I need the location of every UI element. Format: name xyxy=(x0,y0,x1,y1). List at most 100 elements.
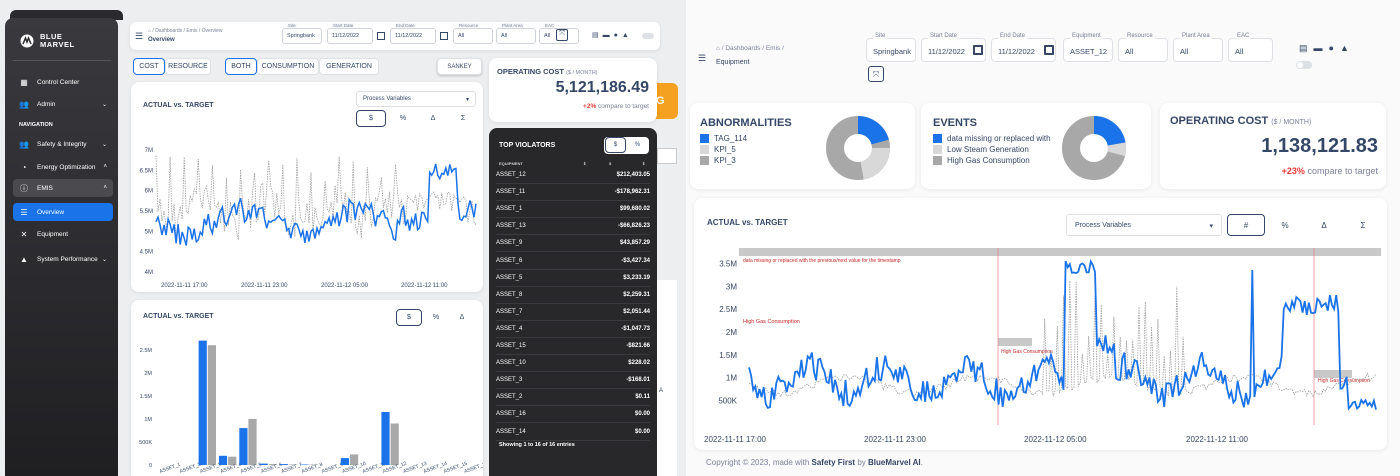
filter-clear-icon[interactable]: ⤧ xyxy=(868,66,884,82)
legend-item[interactable]: KPI_3 xyxy=(700,155,747,166)
legend-item[interactable]: High Gas Consumption xyxy=(933,155,1051,166)
col-equipment[interactable]: EQUIPMENT xyxy=(499,161,523,166)
resource-select[interactable]: Resource All xyxy=(1118,33,1168,62)
table-row[interactable]: ASSET_11 -$178,962.31 xyxy=(496,184,650,202)
chat-icon[interactable]: ▬ xyxy=(603,32,614,39)
table-row[interactable]: ASSET_3 -$168.01 xyxy=(496,372,650,390)
tab-both[interactable]: BOTH xyxy=(225,58,257,75)
end-date-input[interactable]: End Date 11/12/2022 xyxy=(390,23,436,44)
home-icon[interactable]: ⌂ xyxy=(716,45,720,52)
process-variables-select[interactable]: Process Variables ▾ xyxy=(1066,214,1222,236)
menu-icon[interactable]: ☰ xyxy=(135,31,143,42)
calendar-icon[interactable] xyxy=(1044,45,1054,55)
legend-label: KPI_5 xyxy=(714,145,736,154)
sort-icon[interactable]: ⇕ xyxy=(583,161,586,166)
plant-area-select[interactable]: Plant Area All xyxy=(1173,33,1223,62)
theme-toggle[interactable] xyxy=(642,33,654,39)
calendar-icon[interactable] xyxy=(440,32,448,40)
opcost-delta: +23% xyxy=(1281,166,1305,176)
sidebar-item-overview[interactable]: ☰ Overview xyxy=(13,203,113,221)
legend-item[interactable]: Low Steam Generation xyxy=(933,144,1051,155)
resource-select[interactable]: Resource All xyxy=(453,23,493,44)
table-row[interactable]: ASSET_14 $0.00 xyxy=(496,424,650,441)
table-row[interactable]: ASSET_12 $212,403.05 xyxy=(496,167,650,184)
bell-icon[interactable]: ▲ xyxy=(622,32,633,39)
table-row[interactable]: ASSET_1 $99,680.02 xyxy=(496,201,650,219)
table-row[interactable]: ASSET_6 -$3,427.34 xyxy=(496,253,650,270)
toggle-dollar[interactable]: $ xyxy=(356,110,386,127)
user-icon[interactable]: ● xyxy=(1329,43,1340,53)
plant-area-select[interactable]: Plant Area All xyxy=(496,23,536,44)
table-row[interactable]: ASSET_13 -$66,826.23 xyxy=(496,218,650,236)
layers-icon[interactable]: ▤ xyxy=(1299,43,1314,53)
footer-copyright: Copyright © 2023, made with Safety First… xyxy=(706,458,923,467)
table-row[interactable]: ASSET_4 -$1,047.73 xyxy=(496,321,650,338)
sidebar-item-emis[interactable]: ⓘ EMIS ˄ xyxy=(13,179,113,197)
violators-title: TOP VIOLATORS xyxy=(499,142,556,149)
sidebar-item-safety[interactable]: 👥 Safety & Integrity ⌄ xyxy=(13,135,113,153)
site-select[interactable]: Site Springbank xyxy=(866,33,916,62)
menu-icon[interactable]: ☰ xyxy=(698,53,706,64)
table-row[interactable]: ASSET_8 $2,259.31 xyxy=(496,287,650,304)
y-tick-label: 7M xyxy=(145,148,153,154)
start-date-input[interactable]: Start Date 11/12/2022 xyxy=(327,23,373,44)
tab-generation[interactable]: GENERATION xyxy=(319,58,379,75)
table-row[interactable]: ASSET_16 $0.00 xyxy=(496,406,650,424)
calendar-icon[interactable] xyxy=(377,32,385,40)
process-variables-select[interactable]: Process Variables ▾ xyxy=(356,91,476,107)
table-row[interactable]: ASSET_9 $43,857.29 xyxy=(496,235,650,253)
eac-select[interactable]: EAC All xyxy=(1228,33,1273,62)
site-select[interactable]: Site Springbank xyxy=(282,23,322,44)
theme-toggle[interactable] xyxy=(1296,61,1312,69)
sidebar-item-admin[interactable]: 👥 Admin ⌄ xyxy=(13,95,113,113)
toggle-dollar[interactable]: $ xyxy=(396,309,422,326)
tab-consumption[interactable]: CONSUMPTION xyxy=(257,58,319,75)
sidebar-item-control-center[interactable]: ▦ Control Center xyxy=(13,73,113,91)
toggle-count[interactable]: # xyxy=(1227,214,1265,236)
table-row[interactable]: ASSET_15 -$821.66 xyxy=(496,338,650,355)
toggle-percent[interactable]: % xyxy=(423,309,449,326)
legend-item[interactable]: data missing or replaced with xyxy=(933,133,1051,144)
table-row[interactable]: ASSET_2 $0.11 xyxy=(496,389,650,407)
tab-cost[interactable]: COST xyxy=(133,58,165,75)
sidebar-divider xyxy=(13,60,111,61)
annotation-label: High Gas Consumption xyxy=(1001,349,1053,355)
toggle-delta[interactable]: Δ xyxy=(419,110,447,127)
legend-item[interactable]: KPI_5 xyxy=(700,144,747,155)
sidebar-item-system-performance[interactable]: ▲ System Performance ⌄ xyxy=(13,250,113,268)
table-row[interactable]: ASSET_7 $2,051.44 xyxy=(496,304,650,321)
sort-icon[interactable]: ⇕ xyxy=(642,161,645,166)
bar-chart: 0500K1M1.5M2M2.5MASSET_1ASSET_2ASSET_3AS… xyxy=(139,340,483,475)
legend-item[interactable]: TAG_114 xyxy=(700,133,747,144)
table-row[interactable]: ASSET_5 $3,233.19 xyxy=(496,270,650,287)
sidebar-item-equipment[interactable]: ✕ Equipment xyxy=(13,225,113,243)
toggle-percent[interactable]: % xyxy=(1266,214,1304,236)
opcost-compare: compare to target xyxy=(1307,166,1378,176)
table-row[interactable]: ASSET_10 $228.02 xyxy=(496,355,650,373)
breadcrumb[interactable]: / Dashboards / Emis / Overview xyxy=(152,28,222,34)
sankey-button[interactable]: SANKEY xyxy=(437,58,482,75)
toggle-delta[interactable]: Δ xyxy=(1305,214,1343,236)
toggle-percent[interactable]: % xyxy=(389,110,417,127)
toggle-sum[interactable]: Σ xyxy=(449,110,477,127)
home-icon[interactable]: ⌂ xyxy=(148,28,151,34)
tab-resource[interactable]: RESOURCE xyxy=(165,58,211,75)
equipment-select[interactable]: Equipment ASSET_12 xyxy=(1063,33,1113,62)
layers-icon[interactable]: ▤ xyxy=(592,32,603,39)
toggle-delta[interactable]: Δ xyxy=(449,309,475,326)
brand-line2: MARVEL xyxy=(40,40,75,49)
col-dollar[interactable]: $ xyxy=(609,161,611,166)
breadcrumb[interactable]: / Dashboards / Emis / xyxy=(722,45,784,52)
filter-clear-icon[interactable]: ⤧ xyxy=(556,29,568,41)
user-icon[interactable]: ● xyxy=(614,32,622,39)
calendar-icon[interactable] xyxy=(973,45,983,55)
y-tick-label: 0 xyxy=(149,463,152,469)
sidebar-item-energy[interactable]: ◔ Energy Optimization ˄ xyxy=(13,158,113,176)
toggle-sum[interactable]: Σ xyxy=(1344,214,1382,236)
brand-logo[interactable]: BLUE MARVEL xyxy=(20,33,75,49)
bell-icon[interactable]: ▲ xyxy=(1340,43,1355,53)
toggle-percent[interactable]: % xyxy=(627,137,648,153)
chat-icon[interactable]: ▬ xyxy=(1314,43,1329,53)
toggle-dollar[interactable]: $ xyxy=(605,137,626,153)
abnormalities-title: ABNORMALITIES xyxy=(700,117,792,129)
